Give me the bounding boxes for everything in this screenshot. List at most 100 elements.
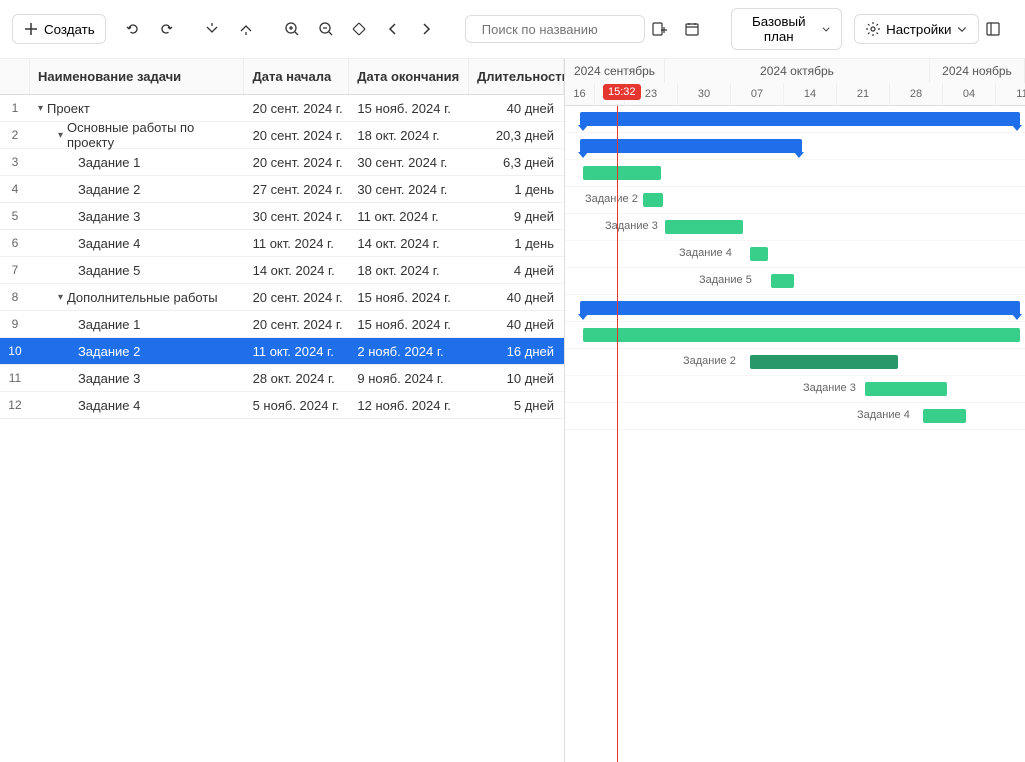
table-row[interactable]: 2▾Основные работы по проекту20 сент. 202… xyxy=(0,122,564,149)
table-row[interactable]: 7Задание 514 окт. 2024 г.18 окт. 2024 г.… xyxy=(0,257,564,284)
row-start: 11 окт. 2024 г. xyxy=(245,236,350,251)
fit-button[interactable] xyxy=(351,14,379,44)
summary-bar[interactable] xyxy=(580,301,1020,315)
row-name: ▾Основные работы по проекту xyxy=(30,120,245,150)
gantt-row[interactable]: е 1 xyxy=(565,322,1025,349)
row-duration: 16 дней xyxy=(469,344,564,359)
gantt-day: 14 xyxy=(784,83,837,106)
toolbar: Создать Базовый план Настройки xyxy=(0,0,1025,59)
redo-button[interactable] xyxy=(158,14,186,44)
table-row[interactable]: 5Задание 330 сент. 2024 г.11 окт. 2024 г… xyxy=(0,203,564,230)
row-start: 30 сент. 2024 г. xyxy=(245,209,350,224)
col-end-header[interactable]: Дата окончания xyxy=(349,59,469,94)
zoom-in-button[interactable] xyxy=(284,14,312,44)
row-num: 5 xyxy=(0,209,30,223)
table-row[interactable]: 4Задание 227 сент. 2024 г.30 сент. 2024 … xyxy=(0,176,564,203)
gantt-row[interactable]: кту xyxy=(565,133,1025,160)
zoom-out-icon xyxy=(318,21,334,37)
task-bar[interactable] xyxy=(771,274,794,288)
gantt-row[interactable]: е 1 xyxy=(565,160,1025,187)
gantt-day: 21 xyxy=(837,83,890,106)
row-start: 20 сент. 2024 г. xyxy=(245,317,350,332)
prev-button[interactable] xyxy=(385,14,413,44)
add-column-icon xyxy=(651,21,667,37)
table-row[interactable]: 1▾Проект20 сент. 2024 г.15 нояб. 2024 г.… xyxy=(0,95,564,122)
gantt-row[interactable]: Задание 5 xyxy=(565,268,1025,295)
gantt-row[interactable]: ты xyxy=(565,295,1025,322)
row-end: 15 нояб. 2024 г. xyxy=(349,290,469,305)
bar-label: Задание 4 xyxy=(857,409,910,421)
baseline-button[interactable]: Базовый план xyxy=(731,8,842,50)
task-bar[interactable] xyxy=(583,166,661,180)
summary-bar[interactable] xyxy=(580,112,1020,126)
baseline-label: Базовый план xyxy=(742,14,816,44)
summary-bar[interactable] xyxy=(580,139,802,153)
expand-toggle[interactable]: ▾ xyxy=(38,103,43,114)
col-dur-header[interactable]: Длительность xyxy=(469,59,564,94)
row-duration: 4 дней xyxy=(469,263,564,278)
table-row[interactable]: 6Задание 411 окт. 2024 г.14 окт. 2024 г.… xyxy=(0,230,564,257)
add-column-button[interactable] xyxy=(651,14,679,44)
task-bar[interactable] xyxy=(583,328,1020,342)
gantt-row[interactable]: Задание 3 xyxy=(565,376,1025,403)
row-end: 11 окт. 2024 г. xyxy=(349,209,469,224)
table-row[interactable]: 3Задание 120 сент. 2024 г.30 сент. 2024 … xyxy=(0,149,564,176)
task-bar[interactable] xyxy=(750,355,898,369)
next-button[interactable] xyxy=(418,14,446,44)
row-start: 20 сент. 2024 г. xyxy=(245,128,350,143)
row-start: 20 сент. 2024 г. xyxy=(245,101,350,116)
task-body: 1▾Проект20 сент. 2024 г.15 нояб. 2024 г.… xyxy=(0,95,564,419)
today-line xyxy=(617,106,618,762)
calendar-button[interactable] xyxy=(684,14,712,44)
task-bar[interactable] xyxy=(665,220,743,234)
zoom-out-button[interactable] xyxy=(318,14,346,44)
row-end: 18 окт. 2024 г. xyxy=(349,263,469,278)
gantt-row[interactable]: Задание 4 xyxy=(565,403,1025,430)
row-end: 30 сент. 2024 г. xyxy=(349,155,469,170)
table-row[interactable]: 12Задание 45 нояб. 2024 г.12 нояб. 2024 … xyxy=(0,392,564,419)
row-duration: 1 день xyxy=(469,182,564,197)
row-end: 15 нояб. 2024 г. xyxy=(349,317,469,332)
gantt-row[interactable]: Задание 4 xyxy=(565,241,1025,268)
row-end: 14 окт. 2024 г. xyxy=(349,236,469,251)
task-bar[interactable] xyxy=(865,382,947,396)
table-row[interactable]: 10Задание 211 окт. 2024 г.2 нояб. 2024 г… xyxy=(0,338,564,365)
row-num: 1 xyxy=(0,101,30,115)
row-start: 5 нояб. 2024 г. xyxy=(245,398,350,413)
settings-button[interactable]: Настройки xyxy=(854,14,979,44)
search-input[interactable] xyxy=(482,22,658,37)
gantt-row[interactable]: Задание 3 xyxy=(565,214,1025,241)
gantt-body[interactable]: ектктуе 1Задание 2Задание 3Задание 4Зада… xyxy=(565,106,1025,430)
expand-toggle[interactable]: ▾ xyxy=(58,292,63,303)
table-row[interactable]: 8▾Дополнительные работы20 сент. 2024 г.1… xyxy=(0,284,564,311)
row-start: 20 сент. 2024 г. xyxy=(245,290,350,305)
row-start: 28 окт. 2024 г. xyxy=(245,371,350,386)
table-row[interactable]: 11Задание 328 окт. 2024 г.9 нояб. 2024 г… xyxy=(0,365,564,392)
layout-button[interactable] xyxy=(985,14,1013,44)
gantt-row[interactable]: Задание 2 xyxy=(565,349,1025,376)
expand-toggle[interactable]: ▾ xyxy=(58,130,63,141)
expand-down-button[interactable] xyxy=(204,14,232,44)
row-start: 20 сент. 2024 г. xyxy=(245,155,350,170)
redo-icon xyxy=(158,21,174,37)
col-start-header[interactable]: Дата начала xyxy=(244,59,349,94)
task-bar[interactable] xyxy=(923,409,966,423)
table-row[interactable]: 9Задание 120 сент. 2024 г.15 нояб. 2024 … xyxy=(0,311,564,338)
gantt-month: 2024 ноябрь xyxy=(930,59,1025,83)
collapse-up-button[interactable] xyxy=(238,14,266,44)
row-name: Задание 4 xyxy=(30,236,245,251)
fit-icon xyxy=(351,21,367,37)
row-end: 9 нояб. 2024 г. xyxy=(349,371,469,386)
create-button[interactable]: Создать xyxy=(12,14,106,44)
gantt-row[interactable]: Задание 2 xyxy=(565,187,1025,214)
task-bar[interactable] xyxy=(643,193,663,207)
gantt-row[interactable]: ект xyxy=(565,106,1025,133)
col-name-header[interactable]: Наименование задачи xyxy=(30,59,245,94)
undo-button[interactable] xyxy=(125,14,153,44)
task-bar[interactable] xyxy=(750,247,768,261)
row-end: 12 нояб. 2024 г. xyxy=(349,398,469,413)
row-num: 12 xyxy=(0,398,30,412)
today-badge: 15:32 xyxy=(603,84,641,100)
row-name: Задание 5 xyxy=(30,263,245,278)
search-wrap[interactable] xyxy=(465,15,645,43)
